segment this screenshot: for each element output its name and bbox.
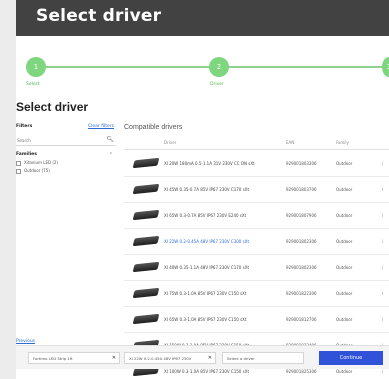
driver-ean: 929001803706	[286, 187, 317, 192]
driver-name: XI 45W 0.35-0.7A 85V IP67 230V C170 sXt	[164, 187, 250, 192]
checkbox[interactable]	[16, 160, 21, 166]
driver-name: XI 100W 0.3-1.0A 85V IP67 230V C150 sXt	[164, 369, 250, 374]
driver-image	[132, 209, 160, 221]
driver-ean: 929001825306	[286, 369, 317, 374]
column-header-family: Family	[336, 140, 349, 145]
driver-image	[132, 287, 160, 299]
driver-ean: 929001803306	[286, 161, 317, 166]
driver-family: Outdoor	[336, 161, 353, 166]
step-1-circle[interactable]: 1	[26, 57, 46, 77]
table-row[interactable]: XI 65W 0.3-1.0A 85V IP67 230V C150 sXt 9…	[124, 307, 389, 333]
driver-image	[132, 157, 160, 169]
driver-ean: 929001807906	[286, 213, 317, 218]
row-more[interactable]: i	[382, 187, 383, 192]
column-header-driver: Driver	[164, 140, 177, 145]
table-row[interactable]: XI 40W 0.35-1.1A 48V IP67 230V C170 sXt …	[124, 255, 389, 281]
checkbox[interactable]	[16, 168, 21, 174]
selected-driver-chip[interactable]: XI 22W 0.2-0.45A 48V IP67 230V ✕	[124, 352, 216, 364]
table-row[interactable]: XI 75W 0.3-1.0A 85V IP67 230V C150 sXt 9…	[124, 281, 389, 307]
driver-name: XI 20W 180mA 0.5-1.1A 31V 230V CC ON sXt	[164, 161, 255, 166]
selected-product-label: Fortimo LED Strip 1ft	[33, 356, 73, 361]
driver-family: Outdoor	[336, 317, 353, 322]
family-option-label: Outdoor (75)	[24, 168, 50, 173]
search-icon[interactable]: 🔍︎	[106, 136, 114, 143]
clear-filters-link[interactable]: Clear filters	[88, 124, 114, 129]
driver-family: Outdoor	[336, 213, 353, 218]
row-more[interactable]: i	[382, 161, 383, 166]
row-more[interactable]: i	[382, 239, 383, 244]
driver-family: Outdoor	[336, 291, 353, 296]
step-2-label: Driver	[210, 82, 224, 87]
header-bar: Select driver	[16, 0, 389, 36]
driver-image	[132, 313, 160, 325]
app-frame: Select driver 1 Select 2 Driver 3 Select…	[16, 0, 389, 379]
results-title: Compatible drivers	[124, 124, 183, 131]
family-option[interactable]: Xitanium LED (2)	[16, 160, 58, 166]
previous-link[interactable]: Previous	[16, 339, 35, 344]
step-1-label: Select	[26, 82, 40, 87]
progress-stepper: 1 Select 2 Driver 3	[16, 52, 389, 92]
selection-footer: Fortimo LED Strip 1ft ✕ XI 22W 0.2-0.45A…	[16, 345, 389, 369]
driver-ean: 929001822306	[286, 291, 317, 296]
family-option[interactable]: Outdoor (75)	[16, 168, 50, 174]
driver-family: Outdoor	[336, 369, 353, 374]
selected-product-chip[interactable]: Fortimo LED Strip 1ft ✕	[28, 352, 120, 364]
driver-name: XI 75W 0.3-1.0A 85V IP67 230V C150 sXt	[164, 291, 247, 296]
row-more[interactable]: i	[382, 213, 383, 218]
page-heading: Select driver	[16, 100, 89, 114]
app-title: Select driver	[36, 6, 162, 26]
driver-family: Outdoor	[336, 265, 353, 270]
driver-image	[132, 235, 160, 247]
driver-family: Outdoor	[336, 239, 353, 244]
driver-image	[132, 261, 160, 273]
table-row[interactable]: XI 65W 0.3-0.7A 85V IP67 230V E240 sXt 9…	[124, 203, 389, 229]
table-row[interactable]: XI 22W 0.2-0.45A 48V IP67 230V C300 sXt …	[124, 229, 389, 255]
driver-name: XI 40W 0.35-1.1A 48V IP67 230V C170 sXt	[164, 265, 250, 270]
continue-button[interactable]: Continue	[319, 351, 383, 365]
driver-ean: 929001802306	[286, 239, 317, 244]
row-more[interactable]: i	[382, 369, 383, 374]
select-driver-label: Select a driver	[227, 356, 255, 361]
select-driver-chip[interactable]: Select a driver	[222, 352, 304, 364]
row-more[interactable]: i	[382, 291, 383, 296]
filters-title: Filters	[16, 124, 33, 129]
table-header: Driver EAN Family	[124, 136, 389, 150]
table-row[interactable]: XI 20W 180mA 0.5-1.1A 31V 230V CC ON sXt…	[124, 151, 389, 177]
driver-image	[132, 183, 160, 195]
close-icon[interactable]: ✕	[112, 355, 116, 361]
driver-ean: 929001812706	[286, 317, 317, 322]
row-more[interactable]: i	[382, 265, 383, 270]
driver-name: XI 65W 0.3-1.0A 85V IP67 230V C150 sXt	[164, 317, 247, 322]
driver-family: Outdoor	[336, 187, 353, 192]
family-option-label: Xitanium LED (2)	[24, 160, 58, 165]
driver-name: XI 65W 0.3-0.7A 85V IP67 230V E240 sXt	[164, 213, 247, 218]
column-header-ean: EAN	[286, 140, 295, 145]
selected-driver-label: XI 22W 0.2-0.45A 48V IP67 230V	[129, 356, 192, 361]
filter-search-placeholder: Search	[17, 138, 31, 143]
close-icon[interactable]: ✕	[208, 355, 212, 361]
row-more[interactable]: i	[382, 317, 383, 322]
step-3-circle[interactable]: 3	[382, 57, 389, 77]
filter-search-input[interactable]: Search 🔍︎	[16, 135, 116, 146]
driver-ean: 929001802306	[286, 265, 317, 270]
step-2-circle[interactable]: 2	[209, 57, 229, 77]
family-filter-group: Families ⌃ Xitanium LED (2) Outdoor (75)	[16, 152, 116, 174]
chevron-up-icon[interactable]: ⌃	[109, 152, 113, 158]
table-row[interactable]: XI 45W 0.35-0.7A 85V IP67 230V C170 sXt …	[124, 177, 389, 203]
driver-name-selected[interactable]: XI 22W 0.2-0.45A 48V IP67 230V C300 sXt	[164, 239, 249, 244]
family-filter-title: Families	[16, 152, 37, 157]
